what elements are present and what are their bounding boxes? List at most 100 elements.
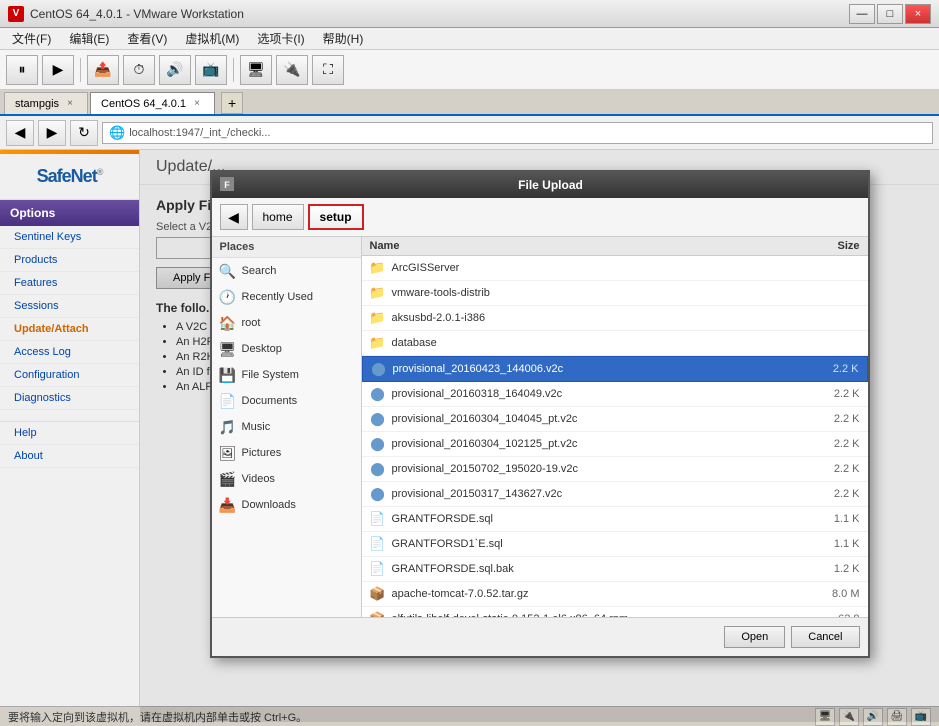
home-icon: 🏠 xyxy=(220,315,236,331)
tab-centos-close[interactable]: × xyxy=(190,97,204,111)
toolbar-fullscreen-btn[interactable]: ⛶ xyxy=(312,55,344,85)
toolbar-usb-btn[interactable]: 🔌 xyxy=(276,55,308,85)
v2c-icon: ⬤ xyxy=(370,436,386,452)
places-videos-label: Videos xyxy=(242,473,275,485)
places-search[interactable]: 🔍 Search xyxy=(212,258,361,284)
dialog-cancel-button[interactable]: Cancel xyxy=(791,626,859,648)
toolbar-removable-btn[interactable]: 📤 xyxy=(87,55,119,85)
file-name: GRANTFORSDE.sql.bak xyxy=(392,563,794,575)
toolbar-arrow-btn[interactable]: ▶ xyxy=(42,55,74,85)
maximize-button[interactable]: □ xyxy=(877,4,903,24)
places-root[interactable]: 🏠 root xyxy=(212,310,361,336)
toolbar-network-btn[interactable]: 🔊 xyxy=(159,55,191,85)
places-recently-used[interactable]: 🕐 Recently Used xyxy=(212,284,361,310)
menubar: 文件(F) 编辑(E) 查看(V) 虚拟机(M) 选项卡(I) 帮助(H) xyxy=(0,28,939,50)
file-row[interactable]: ⬤ provisional_20150317_143627.v2c 2.2 K xyxy=(362,482,868,507)
sidebar-item-sessions[interactable]: Sessions xyxy=(0,295,139,318)
places-filesystem[interactable]: 💾 File System xyxy=(212,362,361,388)
logo-area: SafeNet® xyxy=(0,154,139,200)
file-name: database xyxy=(392,337,794,349)
toolbar-clock-btn[interactable]: ⏱ xyxy=(123,55,155,85)
file-size: 8.0 M xyxy=(800,588,860,600)
file-row[interactable]: ⬤ provisional_20160304_102125_pt.v2c 2.2… xyxy=(362,432,868,457)
logo: SafeNet® xyxy=(37,166,103,187)
sidebar: SafeNet® Options Sentinel Keys Products … xyxy=(0,150,140,722)
places-documents-label: Documents xyxy=(242,395,298,407)
menu-view[interactable]: 查看(V) xyxy=(119,28,175,49)
places-documents[interactable]: 📄 Documents xyxy=(212,388,361,414)
file-row[interactable]: 📄 GRANTFORSDE.sql 1.1 K xyxy=(362,507,868,532)
file-row-selected[interactable]: ⬤ provisional_20160423_144006.v2c 2.2 K xyxy=(362,356,868,382)
file-upload-dialog: F File Upload ◀ home setup Plac xyxy=(210,170,870,658)
downloads-icon: 📥 xyxy=(220,497,236,513)
file-row[interactable]: 📄 GRANTFORSDE.sql.bak 1.2 K xyxy=(362,557,868,582)
path-home-button[interactable]: home xyxy=(252,204,304,230)
file-row[interactable]: 📁 vmware-tools-distrib xyxy=(362,281,868,306)
navbar: ◀ ▶ ↻ 🌐 localhost:1947/_int_/checki... xyxy=(0,116,939,150)
file-row[interactable]: 📦 apache-tomcat-7.0.52.tar.gz 8.0 M xyxy=(362,582,868,607)
web-content: Update/... Apply Fil... Select a V2C... … xyxy=(140,150,939,722)
file-row[interactable]: 📁 aksusbd-2.0.1-i386 xyxy=(362,306,868,331)
menu-file[interactable]: 文件(F) xyxy=(4,28,59,49)
file-name: provisional_20150702_195020-19.v2c xyxy=(392,463,794,475)
sidebar-item-update[interactable]: Update/Attach xyxy=(0,318,139,341)
sidebar-item-sentinel-keys[interactable]: Sentinel Keys xyxy=(0,226,139,249)
menu-help[interactable]: 帮助(H) xyxy=(315,28,372,49)
sidebar-item-products[interactable]: Products xyxy=(0,249,139,272)
bak-icon: 📄 xyxy=(370,561,386,577)
menu-edit[interactable]: 编辑(E) xyxy=(61,28,117,49)
v2c-icon: ⬤ xyxy=(370,411,386,427)
recent-icon: 🕐 xyxy=(220,289,236,305)
dialog-back-button[interactable]: ◀ xyxy=(220,204,248,230)
file-size: 2.2 K xyxy=(800,438,860,450)
places-music[interactable]: 🎵 Music xyxy=(212,414,361,440)
places-pictures[interactable]: 🖼 Pictures xyxy=(212,440,361,466)
tab-stampgis[interactable]: stampgis × xyxy=(4,92,88,114)
sidebar-item-configuration[interactable]: Configuration xyxy=(0,364,139,387)
file-row[interactable]: ⬤ provisional_20150702_195020-19.v2c 2.2… xyxy=(362,457,868,482)
menu-tabs[interactable]: 选项卡(I) xyxy=(249,28,312,49)
toolbar-power-btn[interactable]: ⏸ xyxy=(6,55,38,85)
folder-icon: 📁 xyxy=(370,285,386,301)
minimize-button[interactable]: — xyxy=(849,4,875,24)
places-recent-label: Recently Used xyxy=(242,291,314,303)
dialog-titlebar: F File Upload xyxy=(212,172,868,198)
address-bar[interactable]: 🌐 localhost:1947/_int_/checki... xyxy=(102,122,933,144)
tab-centos[interactable]: CentOS 64_4.0.1 × xyxy=(90,92,215,114)
sidebar-item-diagnostics[interactable]: Diagnostics xyxy=(0,387,139,410)
file-row[interactable]: 📁 database xyxy=(362,331,868,356)
refresh-button[interactable]: ↻ xyxy=(70,120,98,146)
menu-vm[interactable]: 虚拟机(M) xyxy=(177,28,247,49)
toolbar-screen-btn[interactable]: 📺 xyxy=(195,55,227,85)
dialog-icon: F xyxy=(220,177,236,193)
file-row[interactable]: ⬤ provisional_20160304_104045_pt.v2c 2.2… xyxy=(362,407,868,432)
sidebar-item-access-log[interactable]: Access Log xyxy=(0,341,139,364)
file-row[interactable]: ⬤ provisional_20160318_164049.v2c 2.2 K xyxy=(362,382,868,407)
places-videos[interactable]: 🎬 Videos xyxy=(212,466,361,492)
places-filesystem-label: File System xyxy=(242,369,299,381)
close-button[interactable]: × xyxy=(905,4,931,24)
url-text: localhost:1947/_int_/checki... xyxy=(129,127,270,139)
dialog-open-button[interactable]: Open xyxy=(724,626,785,648)
sidebar-header: Options xyxy=(0,200,139,226)
sidebar-item-about[interactable]: About xyxy=(0,445,139,468)
file-row[interactable]: 📄 GRANTFORSD1`E.sql 1.1 K xyxy=(362,532,868,557)
files-col-size: Size xyxy=(790,240,860,252)
file-name: vmware-tools-distrib xyxy=(392,287,794,299)
path-setup-button[interactable]: setup xyxy=(308,204,364,230)
sidebar-item-help[interactable]: Help xyxy=(0,422,139,445)
dialog-overlay: F File Upload ◀ home setup Plac xyxy=(140,150,939,722)
window-title: CentOS 64_4.0.1 - VMware Workstation xyxy=(30,7,849,21)
file-name: apache-tomcat-7.0.52.tar.gz xyxy=(392,588,794,600)
tab-stampgis-close[interactable]: × xyxy=(63,97,77,111)
file-size: 2.2 K xyxy=(800,388,860,400)
file-row[interactable]: 📦 elfutils-libelf-devel-static-0.152-1.e… xyxy=(362,607,868,617)
forward-button[interactable]: ▶ xyxy=(38,120,66,146)
file-row[interactable]: 📁 ArcGISServer xyxy=(362,256,868,281)
sidebar-item-features[interactable]: Features xyxy=(0,272,139,295)
new-tab-button[interactable]: + xyxy=(221,92,243,114)
back-button[interactable]: ◀ xyxy=(6,120,34,146)
places-desktop[interactable]: 🖥 Desktop xyxy=(212,336,361,362)
places-downloads[interactable]: 📥 Downloads xyxy=(212,492,361,518)
toolbar-monitor-btn[interactable]: 🖥 xyxy=(240,55,272,85)
